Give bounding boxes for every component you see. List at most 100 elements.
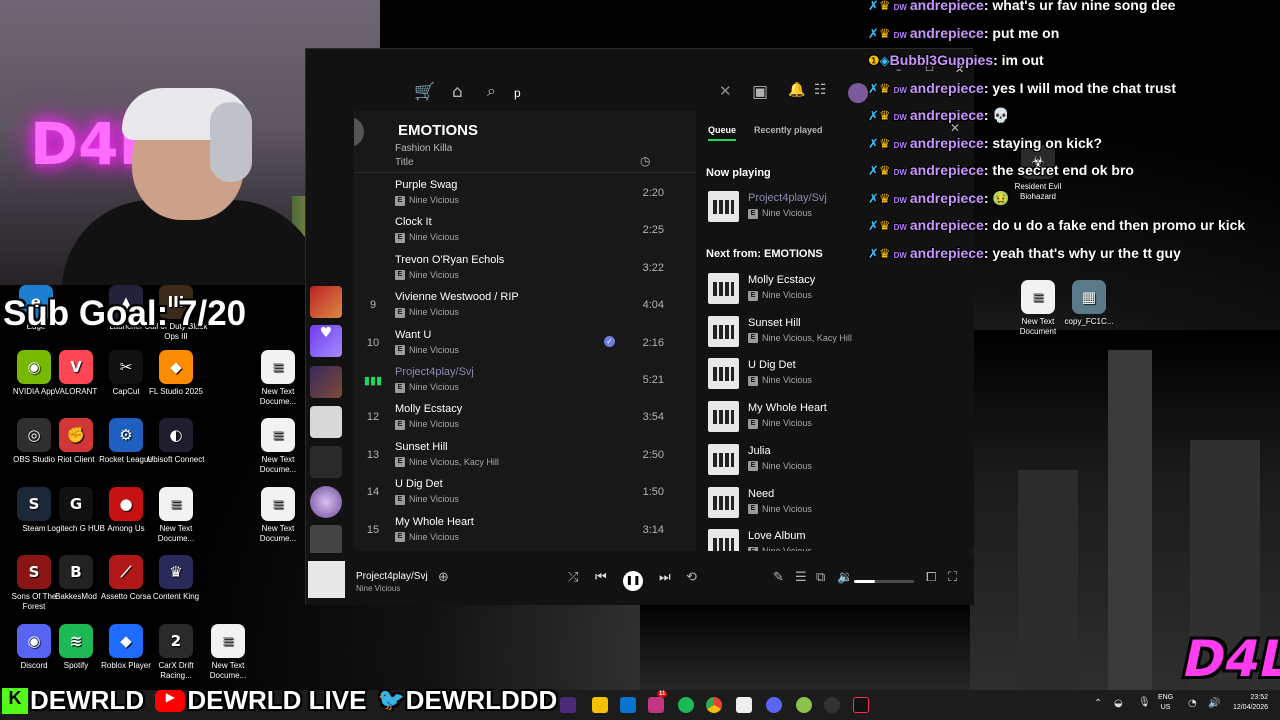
liked-songs-item[interactable]: ♥ bbox=[310, 325, 342, 357]
utorrent-icon[interactable] bbox=[796, 697, 812, 713]
desktop-icon[interactable]: ◐ Ubisoft Connect bbox=[142, 418, 210, 465]
desktop-icon[interactable]: ♛ Content King bbox=[142, 555, 210, 602]
track-duration: 2:16 bbox=[642, 336, 664, 349]
album-art bbox=[708, 486, 739, 518]
mini-player-icon[interactable]: ⧠ bbox=[926, 570, 936, 585]
track-row[interactable]: ▮▮▮ Project4play/Svj E Nine Vicious 5:21 bbox=[354, 362, 696, 399]
library-item[interactable] bbox=[310, 486, 342, 518]
social-banner: K DEWRLD ▶ DEWRLD LIVE 🐦DEWRLDDD bbox=[0, 685, 557, 720]
home-icon[interactable]: ⌂ bbox=[452, 82, 463, 102]
track-row[interactable]: Purple Swag E Nine Vicious 2:20 bbox=[354, 175, 696, 212]
skyscraper bbox=[1018, 470, 1078, 690]
chat-username: andrepiece bbox=[909, 217, 984, 233]
shuffle-icon[interactable]: ⤮ bbox=[568, 570, 578, 585]
next-icon[interactable]: ⏭ bbox=[659, 570, 671, 585]
app-icon: ● bbox=[109, 487, 143, 521]
queue-item[interactable]: U Dig Det E Nine Vicious bbox=[708, 357, 968, 393]
queue-item[interactable]: Sunset Hill E Nine Vicious, Kacy Hill bbox=[708, 315, 968, 351]
library-item[interactable] bbox=[310, 286, 342, 318]
file-explorer-icon[interactable] bbox=[592, 697, 608, 713]
volume-slider[interactable] bbox=[854, 580, 914, 583]
mic-icon[interactable]: 🎙 bbox=[1138, 697, 1151, 708]
track-row[interactable]: 13 Sunset Hill E Nine Vicious, Kacy Hill 2:5… bbox=[354, 437, 696, 474]
add-to-playlist-icon[interactable]: ⊕ bbox=[438, 570, 449, 585]
tiktok-icon[interactable] bbox=[853, 697, 869, 713]
chat-badge: DW bbox=[893, 195, 907, 205]
lyrics-icon[interactable]: ✎ bbox=[773, 570, 784, 585]
track-row[interactable]: 14 U Dig Det E Nine Vicious 1:50 bbox=[354, 474, 696, 511]
search-box[interactable]: ⌕ p ✕ bbox=[481, 79, 733, 107]
desktop-icon[interactable]: ▦ copy_FC1C... bbox=[1055, 280, 1123, 327]
queue-item[interactable]: Julia E Nine Vicious bbox=[708, 443, 968, 479]
library-item[interactable] bbox=[310, 366, 342, 398]
cart-icon[interactable]: 🛒 bbox=[414, 82, 435, 102]
queue-item[interactable]: Need E Nine Vicious bbox=[708, 486, 968, 522]
store-icon[interactable] bbox=[620, 697, 636, 713]
desktop-icon[interactable]: ◆ FL Studio 2025 bbox=[142, 350, 210, 397]
previous-icon[interactable]: ⏮ bbox=[595, 570, 607, 585]
discord-taskbar-icon[interactable] bbox=[766, 697, 782, 713]
track-title: Purple Swag bbox=[395, 179, 458, 191]
volume-icon[interactable]: 🔉 bbox=[837, 570, 853, 585]
queue-item[interactable]: Molly Ecstacy E Nine Vicious bbox=[708, 272, 968, 308]
clock[interactable]: 23:52 12/04/2026 bbox=[1226, 693, 1268, 713]
spotify-window[interactable]: 🛒 ⌂ ⌕ p ✕ ▣ 🔔 ☷ – ☐ ✕ ♥ EMOTIONS Fashion… bbox=[305, 48, 974, 605]
browse-icon[interactable]: ▣ bbox=[752, 82, 768, 102]
queue-icon[interactable]: ☰ bbox=[795, 570, 807, 585]
connect-device-icon[interactable]: ⧉ bbox=[816, 570, 825, 585]
desktop-icon[interactable]: ≡ New Text Docume... bbox=[244, 350, 312, 407]
desktop-icon[interactable]: ≡ New Text Docume... bbox=[194, 624, 262, 681]
track-row[interactable]: 15 My Whole Heart E Nine Vicious 3:14 bbox=[354, 512, 696, 549]
liked-check-icon[interactable]: ✓ bbox=[604, 335, 615, 347]
speaker-icon[interactable]: 🔊 bbox=[1208, 698, 1220, 709]
chat-text: staying on kick? bbox=[992, 134, 1103, 151]
chat-message: ✗♛ DW andrepiece: do u do a fake end then … bbox=[868, 217, 1246, 234]
app-icon[interactable] bbox=[560, 697, 576, 713]
search-input[interactable]: p bbox=[514, 86, 521, 100]
tab-recently-played[interactable]: Recently played bbox=[754, 125, 823, 135]
wifi-icon[interactable]: ◔ bbox=[1188, 698, 1197, 709]
network-icon[interactable]: ◒ bbox=[1114, 698, 1123, 709]
player-track-artist[interactable]: Nine Vicious bbox=[356, 584, 400, 593]
app-icon[interactable] bbox=[736, 697, 752, 713]
clear-search-icon[interactable]: ✕ bbox=[719, 82, 732, 100]
repeat-icon[interactable]: ⟲ bbox=[686, 570, 697, 585]
track-number: 9 bbox=[369, 299, 377, 312]
language-indicator[interactable]: ENG US bbox=[1158, 693, 1173, 713]
chat-badge: DW bbox=[893, 3, 907, 12]
chat-message: ✗♛ DW andrepiece: yeah that's why ur the t… bbox=[868, 244, 1181, 262]
chat-message: ✗♛ DW andrepiece: staying on kick? bbox=[868, 134, 1103, 152]
explicit-badge: E bbox=[395, 420, 405, 431]
queue-item-title: My Whole Heart bbox=[748, 402, 827, 415]
library-item[interactable] bbox=[310, 446, 342, 478]
track-row[interactable]: 9 Vivienne Westwood / RIP E Nine Vicious 4:0… bbox=[354, 287, 696, 324]
obs-taskbar-icon[interactable] bbox=[824, 697, 840, 713]
fullscreen-icon[interactable]: ⛶ bbox=[948, 570, 957, 585]
queue-item[interactable]: Love Album ENine Vicious bbox=[708, 528, 968, 551]
friends-icon[interactable]: ☷ bbox=[814, 82, 827, 98]
chrome-icon[interactable] bbox=[706, 697, 722, 713]
explicit-badge: E bbox=[395, 270, 405, 281]
library-item[interactable] bbox=[310, 406, 342, 438]
desktop-icon[interactable]: ≡ New Text Docume... bbox=[244, 487, 312, 544]
desktop-icon[interactable]: ≡ New Text Docume... bbox=[244, 418, 312, 475]
spotify-taskbar-icon[interactable] bbox=[678, 697, 694, 713]
pause-button[interactable]: ❚❚ bbox=[623, 571, 643, 591]
track-row[interactable]: Trevon O'Ryan Echols E Nine Vicious 3:22 bbox=[354, 250, 696, 287]
instagram-icon[interactable]: 11 bbox=[648, 691, 668, 713]
avatar[interactable] bbox=[848, 83, 868, 103]
desktop-icon[interactable]: ≡ New Text Docume... bbox=[142, 487, 210, 544]
chat-badge: DW bbox=[893, 30, 907, 40]
track-row[interactable]: Clock It E Nine Vicious 2:25 bbox=[354, 212, 696, 249]
tab-queue[interactable]: Queue bbox=[708, 125, 737, 141]
show-hidden-icons[interactable]: ⌃ bbox=[1094, 698, 1102, 709]
chat-text: 🤢 bbox=[992, 189, 1010, 206]
player-track-title[interactable]: Project4play/Svj bbox=[356, 571, 428, 582]
track-row[interactable]: 12 Molly Ecstacy E Nine Vicious 3:54 bbox=[354, 399, 696, 436]
app-icon: ◐ bbox=[159, 418, 193, 452]
track-row[interactable]: 10 Want U E Nine Vicious ✓ 2:16 bbox=[354, 325, 696, 362]
kick-handle: DEWRLD bbox=[30, 685, 145, 715]
sword-badge-icon: ✗ bbox=[868, 219, 879, 234]
bell-icon[interactable]: 🔔 bbox=[788, 82, 805, 98]
queue-item[interactable]: My Whole Heart E Nine Vicious bbox=[708, 400, 968, 436]
